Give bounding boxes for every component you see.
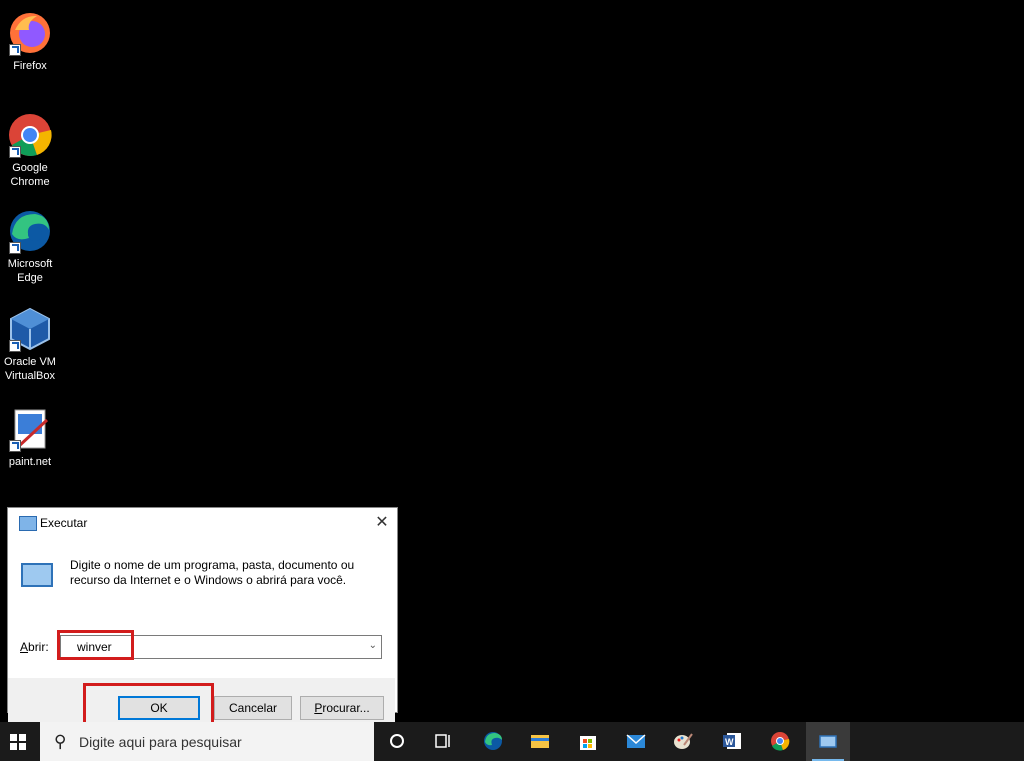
- dialog-description: Digite o nome de um programa, pasta, doc…: [70, 558, 355, 587]
- search-placeholder: Digite aqui para pesquisar: [79, 734, 242, 750]
- close-button[interactable]: ✕: [367, 508, 397, 538]
- taskbar-file-explorer[interactable]: [518, 722, 562, 761]
- taskbar-edge[interactable]: [471, 722, 515, 761]
- desktop-icon-label: Firefox: [13, 60, 47, 72]
- task-view-button[interactable]: [421, 722, 465, 761]
- desktop-icon-label: Google Chrome: [10, 162, 50, 188]
- word-icon: W: [723, 733, 741, 749]
- desktop-icon-label: Oracle VM VirtualBox: [4, 356, 56, 382]
- desktop-icon-label: paint.net: [8, 456, 52, 468]
- highlight-box-ok: [83, 683, 214, 726]
- svg-text:W: W: [725, 737, 734, 747]
- chrome-icon: [771, 732, 790, 751]
- store-icon: [580, 736, 596, 750]
- taskbar-store[interactable]: [566, 722, 610, 761]
- chrome-icon: [7, 112, 53, 158]
- task-view-icon: [435, 734, 450, 748]
- desktop-icon-virtualbox[interactable]: Oracle VM VirtualBox: [0, 306, 60, 383]
- paintnet-icon: [7, 406, 53, 452]
- taskbar: ⚲ Digite aqui para pesquisar W: [0, 722, 1024, 761]
- cortana-icon: [390, 734, 404, 748]
- dialog-body: Digite o nome de um programa, pasta, doc…: [8, 538, 397, 742]
- mail-icon: [626, 734, 646, 748]
- start-button[interactable]: [0, 722, 38, 761]
- desktop-icon-label: Microsoft Edge: [7, 258, 53, 284]
- run-icon: [19, 516, 37, 531]
- paint-icon: [674, 733, 693, 749]
- file-explorer-icon: [531, 735, 549, 748]
- taskbar-paint[interactable]: [661, 722, 705, 761]
- browse-button[interactable]: Procurar...: [300, 696, 384, 720]
- firefox-icon: [7, 10, 53, 56]
- desktop-icon-chrome[interactable]: Google Chrome: [0, 112, 60, 189]
- chevron-down-icon[interactable]: ⌄: [369, 640, 377, 651]
- cancel-button[interactable]: Cancelar: [214, 696, 292, 720]
- dialog-titlebar[interactable]: Executar ✕: [8, 508, 397, 538]
- search-icon: ⚲: [54, 732, 67, 751]
- open-label: Abrir:: [20, 640, 49, 654]
- run-icon: [819, 735, 837, 748]
- search-box[interactable]: ⚲ Digite aqui para pesquisar: [40, 722, 374, 761]
- windows-icon: [10, 734, 26, 750]
- taskbar-mail[interactable]: [614, 722, 658, 761]
- desktop-icon-edge[interactable]: Microsoft Edge: [0, 208, 60, 285]
- highlight-box-input: [57, 630, 134, 660]
- edge-icon: [7, 208, 53, 254]
- dialog-title: Executar: [40, 516, 88, 530]
- run-dialog: Executar ✕ Digite o nome de um programa,…: [7, 507, 398, 742]
- taskbar-chrome[interactable]: [758, 722, 802, 761]
- edge-icon: [484, 732, 502, 750]
- virtualbox-icon: [7, 306, 53, 352]
- run-program-icon: [21, 563, 53, 587]
- taskbar-word[interactable]: W: [710, 722, 754, 761]
- taskbar-run[interactable]: [806, 722, 850, 761]
- cortana-button[interactable]: [375, 722, 419, 761]
- desktop-icon-firefox[interactable]: Firefox: [0, 10, 60, 73]
- desktop-icon-paintnet[interactable]: paint.net: [0, 406, 60, 469]
